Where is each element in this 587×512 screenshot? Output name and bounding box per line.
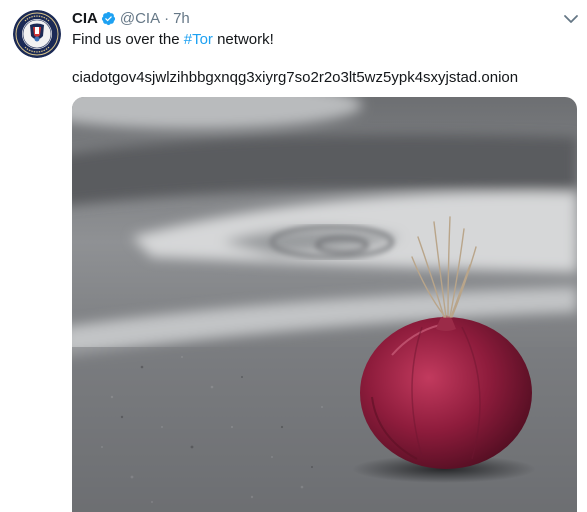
tweet-text: Find us over the #Tor network! ciadotgov… [72, 30, 572, 87]
text-after-hashtag: network! [212, 31, 274, 48]
author-name[interactable]: CIA [72, 10, 98, 27]
hashtag-link[interactable]: #Tor [184, 31, 213, 48]
text-before-hashtag: Find us over the [72, 31, 184, 48]
onion-address: ciadotgov4sjwlzihbbgxnqg3xiyrg7so2r2o3lt… [72, 69, 519, 86]
cia-seal-icon [13, 10, 61, 58]
chevron-down-icon[interactable] [563, 12, 579, 24]
tweet-timestamp[interactable]: 7h [173, 10, 190, 27]
separator-dot: · [164, 9, 170, 27]
author-handle[interactable]: @CIA [120, 10, 160, 27]
onion-photo [72, 97, 577, 512]
tweet: CIA @CIA · 7h Find us over the #Tor netw… [0, 0, 587, 512]
verified-badge-icon [101, 11, 116, 26]
tweet-header: CIA @CIA · 7h [72, 8, 190, 28]
tweet-media-image[interactable] [72, 97, 577, 512]
avatar[interactable] [13, 10, 61, 58]
tweet-text-line-1: Find us over the #Tor network! [72, 30, 572, 49]
